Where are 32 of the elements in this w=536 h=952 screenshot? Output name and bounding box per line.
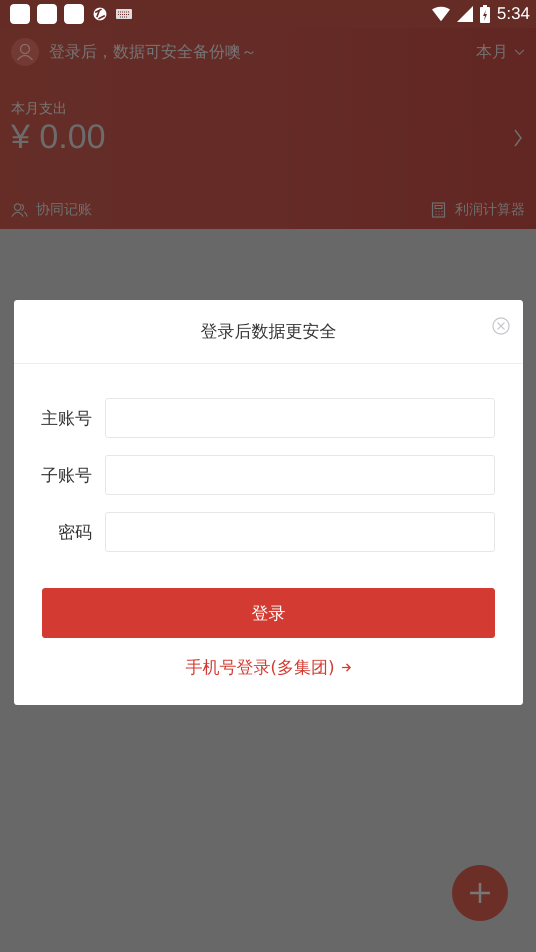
field-label: 子账号 — [40, 464, 92, 486]
aperture-icon — [91, 6, 109, 22]
login-prompt[interactable]: 登录后，数据可安全备份噢～ — [49, 42, 466, 62]
chevron-down-icon — [514, 48, 525, 56]
notification-icon — [64, 4, 84, 24]
wifi-icon — [432, 6, 450, 22]
input-field[interactable] — [105, 455, 495, 495]
input-field[interactable] — [105, 398, 495, 438]
people-icon — [11, 202, 28, 218]
expense-label: 本月支出 — [11, 100, 67, 118]
feature-link[interactable]: 协同记账 — [36, 201, 92, 219]
keyboard-icon — [116, 9, 132, 19]
field-label: 密码 — [57, 522, 92, 544]
close-icon[interactable] — [492, 317, 510, 335]
field-label: 主账号 — [40, 408, 92, 430]
clock-text: 5:34 — [496, 4, 530, 24]
phone-login-link[interactable]: 手机号登录(多集团) — [185, 656, 352, 679]
notification-icon — [10, 4, 30, 24]
notification-icon — [37, 4, 57, 24]
expense-amount: ¥ 0.00 — [11, 118, 106, 157]
period-dropdown[interactable]: 本月 — [476, 42, 525, 62]
calculator-icon — [430, 202, 447, 218]
battery-icon — [480, 5, 490, 23]
avatar-icon[interactable] — [11, 38, 39, 66]
signal-icon — [456, 6, 473, 22]
login-button[interactable]: 登录 — [42, 588, 495, 638]
feature-link[interactable]: 利润计算器 — [455, 201, 525, 219]
input-field[interactable] — [105, 512, 495, 552]
arrow-right-icon — [340, 663, 352, 672]
chevron-right-icon[interactable] — [513, 128, 523, 148]
dialog-title: 登录后数据更安全 — [200, 321, 336, 343]
add-button[interactable] — [452, 865, 508, 921]
